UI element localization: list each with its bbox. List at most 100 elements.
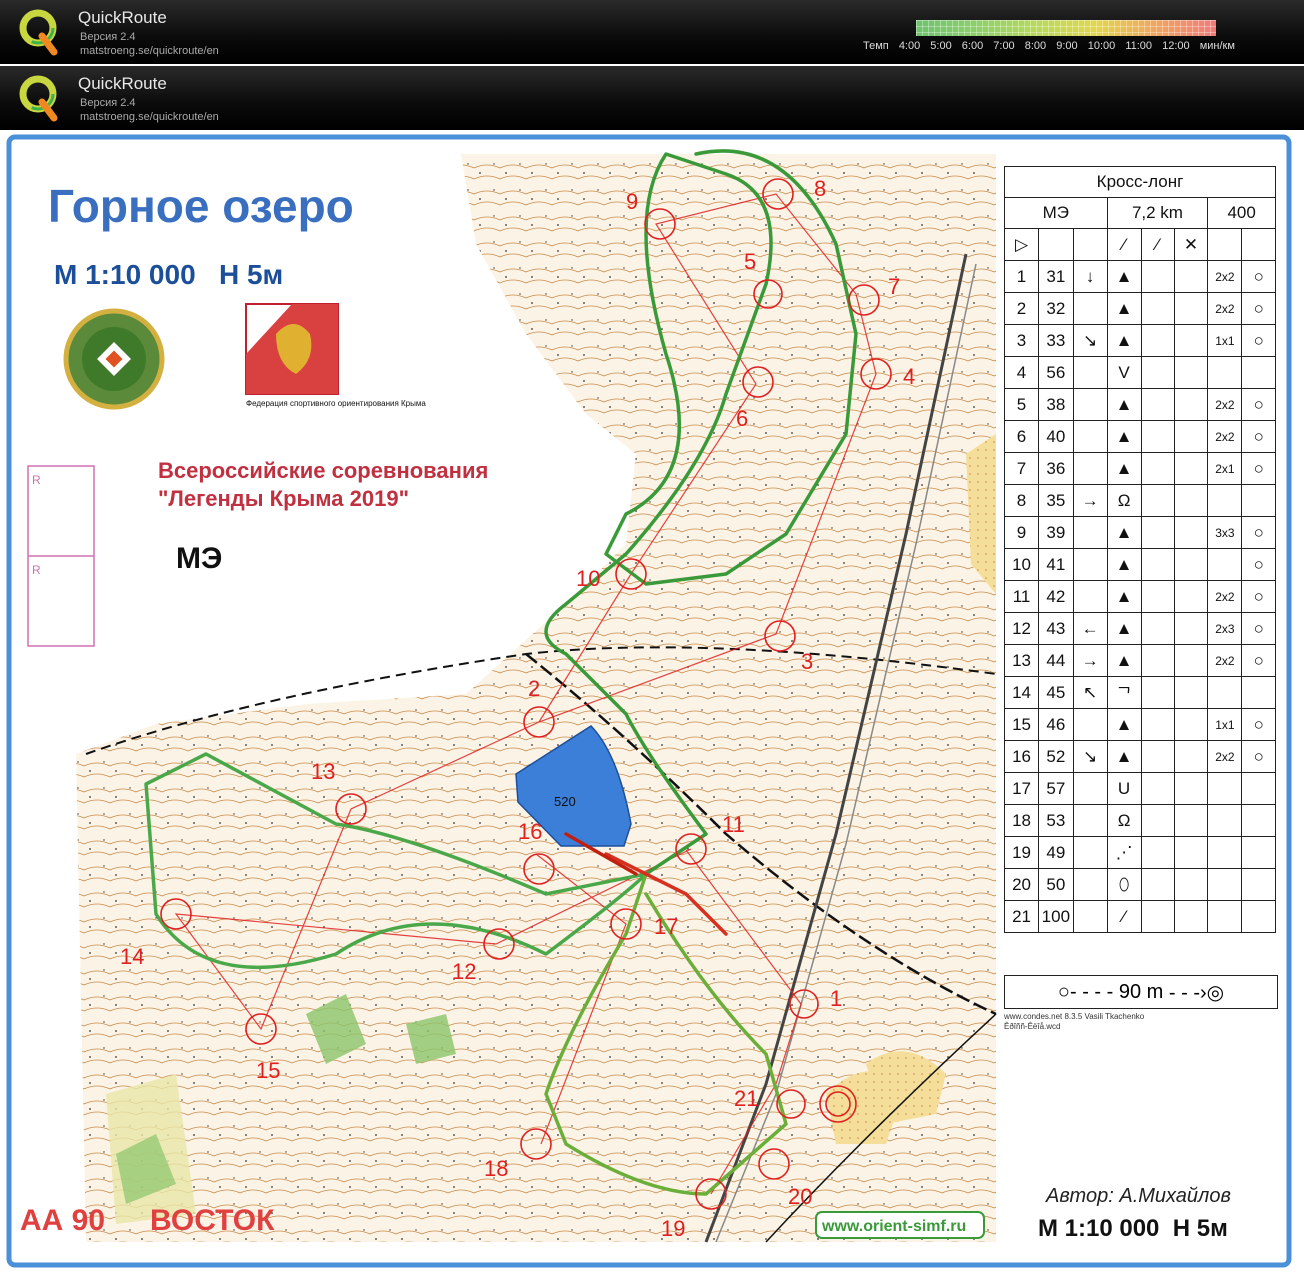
- control-number: 15: [256, 1058, 280, 1083]
- blank: [1140, 900, 1175, 933]
- legend-row: 15 46 ▲ 1x1 ○: [1003, 708, 1276, 741]
- blank: [1140, 772, 1175, 805]
- dimension: [1207, 548, 1243, 581]
- location-icon: ○: [1241, 740, 1276, 773]
- control-code: 44: [1038, 644, 1074, 677]
- dimension: [1207, 676, 1243, 709]
- location-icon: [1241, 484, 1276, 517]
- pace-tick: 11:00: [1125, 40, 1153, 52]
- control-number: 21: [734, 1086, 758, 1111]
- control-number: 17: [654, 914, 678, 939]
- direction: [1072, 836, 1108, 869]
- direction: ↓: [1072, 260, 1108, 293]
- blank: [1140, 708, 1175, 741]
- control-order: 20: [1003, 868, 1040, 901]
- legend-row: 14 45 ↖ ᄀ: [1003, 676, 1276, 709]
- pace-tick: 4:00: [898, 40, 921, 52]
- path-slash-icon: ⁄: [1140, 228, 1175, 261]
- map-code: АА 90: [20, 1204, 105, 1237]
- direction: [1072, 356, 1108, 389]
- control-number: 18: [484, 1156, 508, 1181]
- control-code: 43: [1038, 612, 1074, 645]
- control-number: 7: [888, 274, 900, 299]
- feature: V: [1106, 356, 1142, 389]
- feature: ⁄: [1106, 900, 1142, 933]
- blank: [1140, 292, 1175, 325]
- event-line1: Всероссийские соревнования: [158, 458, 488, 483]
- crossing-icon: ✕: [1173, 228, 1209, 261]
- dimension: [1207, 836, 1243, 869]
- location-icon: ○: [1241, 260, 1276, 293]
- blank: [1173, 836, 1209, 869]
- quickroute-logo-icon: [19, 9, 58, 56]
- feature: ▲: [1106, 516, 1142, 549]
- control-order: 11: [1003, 580, 1040, 613]
- legend-row: 16 52 ↘ ▲ 2x2 ○: [1003, 740, 1276, 773]
- quickroute-header-bottom: QuickRoute Версия 2.4 matstroeng.se/quic…: [0, 66, 1304, 130]
- control-code: 50: [1038, 868, 1074, 901]
- blank: [1173, 260, 1209, 293]
- blank: [1173, 516, 1209, 549]
- pace-scale: Темп 4:00 5:00 6:00 7:00 8:00 9:00 10:00…: [863, 18, 1286, 58]
- legend-row: 17 57 U: [1003, 772, 1276, 805]
- pace-tick: 5:00: [930, 40, 952, 52]
- finish-distance: 90 m: [1118, 980, 1164, 1003]
- blank: [1140, 484, 1175, 517]
- blank: [1173, 292, 1209, 325]
- direction: →: [1072, 484, 1108, 517]
- dimension: [1207, 900, 1243, 933]
- class-name: МЭ: [176, 542, 222, 575]
- location-icon: [1241, 676, 1276, 709]
- blank: [1140, 740, 1175, 773]
- control-code: 41: [1038, 548, 1074, 581]
- scale-contour: М 1:10 000 Н 5м: [54, 259, 283, 290]
- crimea-federation-logo: Федерация спортивного ориентирования Кры…: [245, 303, 426, 408]
- control-code: 46: [1038, 708, 1074, 741]
- control-order: 1: [1003, 260, 1040, 293]
- dimension: [1207, 868, 1243, 901]
- direction: →: [1072, 644, 1108, 677]
- control-number: 3: [801, 649, 813, 674]
- course-climb: 400: [1207, 197, 1276, 229]
- version-line: Версия 2.4: [80, 31, 136, 43]
- blank: [1140, 644, 1175, 677]
- control-number: 16: [518, 819, 542, 844]
- blank: [1140, 388, 1175, 421]
- blank: [1140, 804, 1175, 837]
- blank: [1173, 612, 1209, 645]
- website: www.orient-simf.ru: [821, 1218, 966, 1235]
- dimension: 2x2: [1207, 740, 1243, 773]
- control-code: 57: [1038, 772, 1074, 805]
- pace-tick: 9:00: [1056, 40, 1078, 52]
- dimension: 1x1: [1207, 708, 1243, 741]
- course-type: Кросс-лонг: [1004, 166, 1276, 198]
- dimension: 3x3: [1207, 516, 1243, 549]
- control-order: 6: [1003, 420, 1040, 453]
- dimension: [1207, 804, 1243, 837]
- blank: [1173, 772, 1209, 805]
- feature: ▲: [1106, 452, 1142, 485]
- direction: [1072, 708, 1108, 741]
- control-code: 39: [1038, 516, 1074, 549]
- legend-row: 18 53 Ω: [1003, 804, 1276, 837]
- control-number: 2: [528, 676, 540, 701]
- location-icon: ○: [1241, 548, 1276, 581]
- control-order: 21: [1003, 900, 1040, 933]
- legend-row: 10 41 ▲ ○: [1003, 548, 1276, 581]
- control-order: 13: [1003, 644, 1040, 677]
- control-order: 16: [1003, 740, 1040, 773]
- blank: [1173, 804, 1209, 837]
- blank: [1173, 324, 1209, 357]
- control-number: 14: [120, 944, 144, 969]
- direction: [1072, 388, 1108, 421]
- legend-row: 11 42 ▲ 2x2 ○: [1003, 580, 1276, 613]
- location-icon: ○: [1241, 388, 1276, 421]
- control-code: 35: [1038, 484, 1074, 517]
- control-code: 49: [1038, 836, 1074, 869]
- feature: ▲: [1106, 388, 1142, 421]
- control-code: 53: [1038, 804, 1074, 837]
- direction: ↘: [1072, 740, 1108, 773]
- blank: [1140, 452, 1175, 485]
- blank: [1173, 580, 1209, 613]
- control-code: 38: [1038, 388, 1074, 421]
